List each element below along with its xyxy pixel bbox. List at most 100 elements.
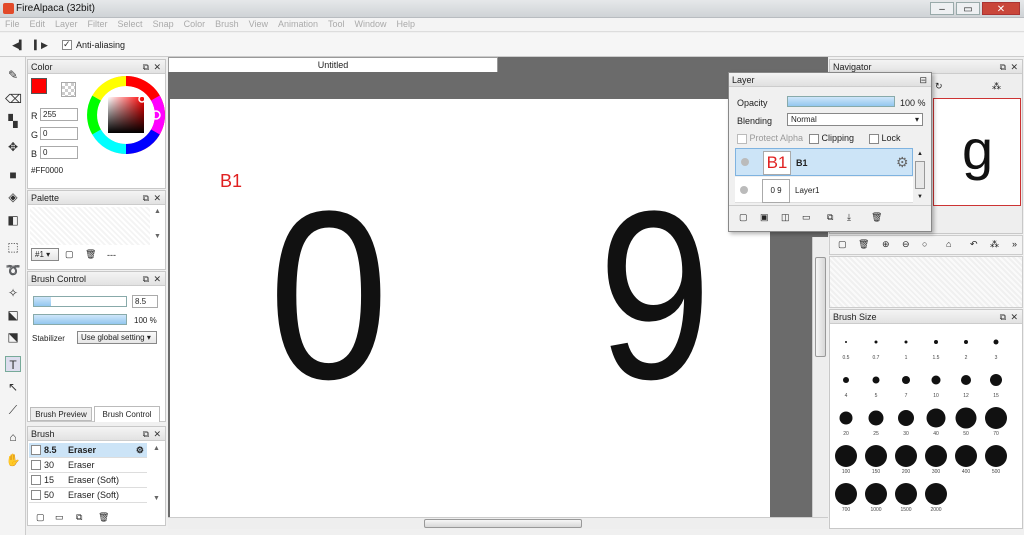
brush-size-cell[interactable]: 4 xyxy=(831,363,861,401)
fill-rect-tool-icon[interactable]: ■ xyxy=(5,167,21,183)
brush-size-cell[interactable]: 30 xyxy=(891,401,921,439)
delete-brush-icon[interactable]: 🗑 xyxy=(98,512,109,523)
brush-size-cell[interactable]: 700 xyxy=(831,477,861,515)
close-button[interactable]: ✕ xyxy=(982,2,1020,15)
menu-color[interactable]: Color xyxy=(179,18,211,30)
float-icon[interactable]: ⧉ xyxy=(143,60,149,74)
eraser-tool-icon[interactable]: ⌫ xyxy=(5,91,22,107)
brush-size-cell[interactable]: 1000 xyxy=(861,477,891,515)
protect-alpha-checkbox[interactable]: Protect Alpha xyxy=(737,133,803,144)
float-icon[interactable]: ⧉ xyxy=(1000,310,1006,324)
color-wheel[interactable] xyxy=(86,75,166,155)
close-panel-icon[interactable]: ✕ xyxy=(1010,310,1018,324)
layer-row[interactable]: B1 B1 ⚙ xyxy=(735,148,913,176)
minimize-button[interactable]: – xyxy=(930,2,954,15)
primary-color-swatch[interactable] xyxy=(31,78,47,94)
brush-size-cell[interactable]: 7 xyxy=(891,363,921,401)
hand-tool-icon[interactable]: ✋ xyxy=(5,452,21,468)
palette-more[interactable]: --- xyxy=(107,250,116,260)
add-8bit-layer-icon[interactable]: ▣ xyxy=(760,212,769,223)
merge-down-icon[interactable]: ⤓ xyxy=(847,212,851,223)
zoom-in-icon[interactable]: ⊕ xyxy=(882,239,890,250)
scroll-up-icon[interactable]: ▲ xyxy=(154,208,161,215)
menu-layer[interactable]: Layer xyxy=(50,18,83,30)
close-panel-icon[interactable]: ✕ xyxy=(153,272,161,286)
blending-select[interactable]: Normal ▾ xyxy=(787,113,923,126)
select-pen-tool-icon[interactable]: ⬕ xyxy=(5,307,21,323)
menu-tool[interactable]: Tool xyxy=(323,18,350,30)
float-icon[interactable]: ⧉ xyxy=(143,427,149,441)
menu-view[interactable]: View xyxy=(244,18,273,30)
scroll-thumb[interactable] xyxy=(815,257,826,357)
layer-row[interactable]: 0 9 Layer1 xyxy=(735,177,913,203)
float-icon[interactable]: ⧉ xyxy=(1000,60,1006,74)
close-panel-icon[interactable]: ✕ xyxy=(153,191,161,205)
gear-icon[interactable]: ⚙ xyxy=(136,443,144,457)
close-panel-icon[interactable]: ✕ xyxy=(1010,60,1018,74)
brush-size-cell[interactable]: 40 xyxy=(921,401,951,439)
menu-select[interactable]: Select xyxy=(113,18,148,30)
divide-tool-icon[interactable]: ⟋ xyxy=(5,402,21,418)
delete-layer-icon[interactable]: 🗑 xyxy=(871,212,882,223)
palette-swatches[interactable] xyxy=(30,207,150,245)
next-frame-icon[interactable]: ▍▶ xyxy=(34,38,48,52)
brush-opacity-slider[interactable] xyxy=(33,314,127,325)
brush-size-cell[interactable]: 10 xyxy=(921,363,951,401)
dot-tool-icon[interactable]: ▚ xyxy=(5,113,21,129)
scroll-up-icon[interactable]: ▲ xyxy=(917,151,923,157)
delete-palette-icon[interactable]: 🗑 xyxy=(85,249,96,260)
pen-tool-icon[interactable]: ✎ xyxy=(5,67,21,83)
scroll-down-icon[interactable]: ▼ xyxy=(153,495,160,502)
magic-wand-tool-icon[interactable]: ✧ xyxy=(5,285,21,301)
brush-size-cell[interactable]: 200 xyxy=(891,439,921,477)
brush-size-cell[interactable]: 20 xyxy=(831,401,861,439)
more-icon[interactable]: » xyxy=(1012,239,1017,249)
brush-size-input[interactable]: 8.5 xyxy=(132,295,158,308)
brush-item[interactable]: 8.5 Eraser ⚙ xyxy=(29,443,147,458)
antialias-checkbox[interactable] xyxy=(62,39,72,50)
brush-item[interactable]: 15 Eraser (Soft) xyxy=(29,473,147,488)
rotate-reset-icon[interactable]: ⁂ xyxy=(990,239,999,250)
brush-size-cell[interactable]: 100 xyxy=(831,439,861,477)
bucket-tool-icon[interactable]: ◈ xyxy=(5,189,21,205)
brush-size-cell[interactable]: 70 xyxy=(981,401,1011,439)
r-input[interactable]: 255 xyxy=(40,108,78,121)
tab-brush-preview[interactable]: Brush Preview xyxy=(30,407,92,421)
tab-brush-control[interactable]: Brush Control xyxy=(94,406,160,422)
brush-size-cell[interactable]: 400 xyxy=(951,439,981,477)
add-folder-icon[interactable]: ▭ xyxy=(802,212,811,223)
canvas-paper[interactable]: B1 0 9 xyxy=(170,99,770,517)
zoom-out-icon[interactable]: ⊖ xyxy=(902,239,910,250)
brush-size-slider[interactable] xyxy=(33,296,127,307)
add-1bit-layer-icon[interactable]: ◫ xyxy=(781,212,790,223)
duplicate-layer-icon[interactable]: ⧉ xyxy=(827,212,833,223)
eyedropper-tool-icon[interactable]: ⌂ xyxy=(5,429,21,445)
visibility-icon[interactable] xyxy=(740,186,748,194)
menu-brush[interactable]: Brush xyxy=(210,18,244,30)
zoom-reset-icon[interactable]: ○ xyxy=(922,239,927,249)
reset-icon[interactable]: ⁂ xyxy=(992,81,1001,92)
horizontal-scrollbar[interactable] xyxy=(168,517,828,529)
clipping-checkbox[interactable]: Clipping xyxy=(809,133,854,144)
float-icon[interactable]: ⧉ xyxy=(143,272,149,286)
brush-size-cell[interactable]: 150 xyxy=(861,439,891,477)
add-palette-icon[interactable]: ▢ xyxy=(65,249,74,260)
scroll-up-icon[interactable]: ▲ xyxy=(153,445,160,452)
lock-checkbox[interactable]: Lock xyxy=(869,133,901,144)
layer-opacity-slider[interactable] xyxy=(787,96,895,107)
menu-window[interactable]: Window xyxy=(350,18,392,30)
vertical-scrollbar[interactable] xyxy=(812,237,828,517)
close-panel-icon[interactable]: ✕ xyxy=(153,427,161,441)
operation-tool-icon[interactable]: ↖ xyxy=(5,379,21,395)
delete-layer-icon[interactable]: 🗑 xyxy=(858,239,869,250)
menu-filter[interactable]: Filter xyxy=(83,18,113,30)
brush-size-cell[interactable]: 0.5 xyxy=(831,325,861,363)
navigator-preview[interactable]: g xyxy=(933,98,1021,206)
visibility-icon[interactable] xyxy=(741,158,749,166)
add-layer-icon[interactable]: ▢ xyxy=(739,212,748,223)
brush-item[interactable]: 50 Eraser (Soft) xyxy=(29,488,147,503)
transparent-swatch[interactable] xyxy=(61,82,76,97)
prev-frame-icon[interactable]: ◀▍ xyxy=(12,38,26,52)
scroll-down-icon[interactable]: ▼ xyxy=(917,194,923,200)
rotate-left-icon[interactable]: ↶ xyxy=(970,239,978,250)
